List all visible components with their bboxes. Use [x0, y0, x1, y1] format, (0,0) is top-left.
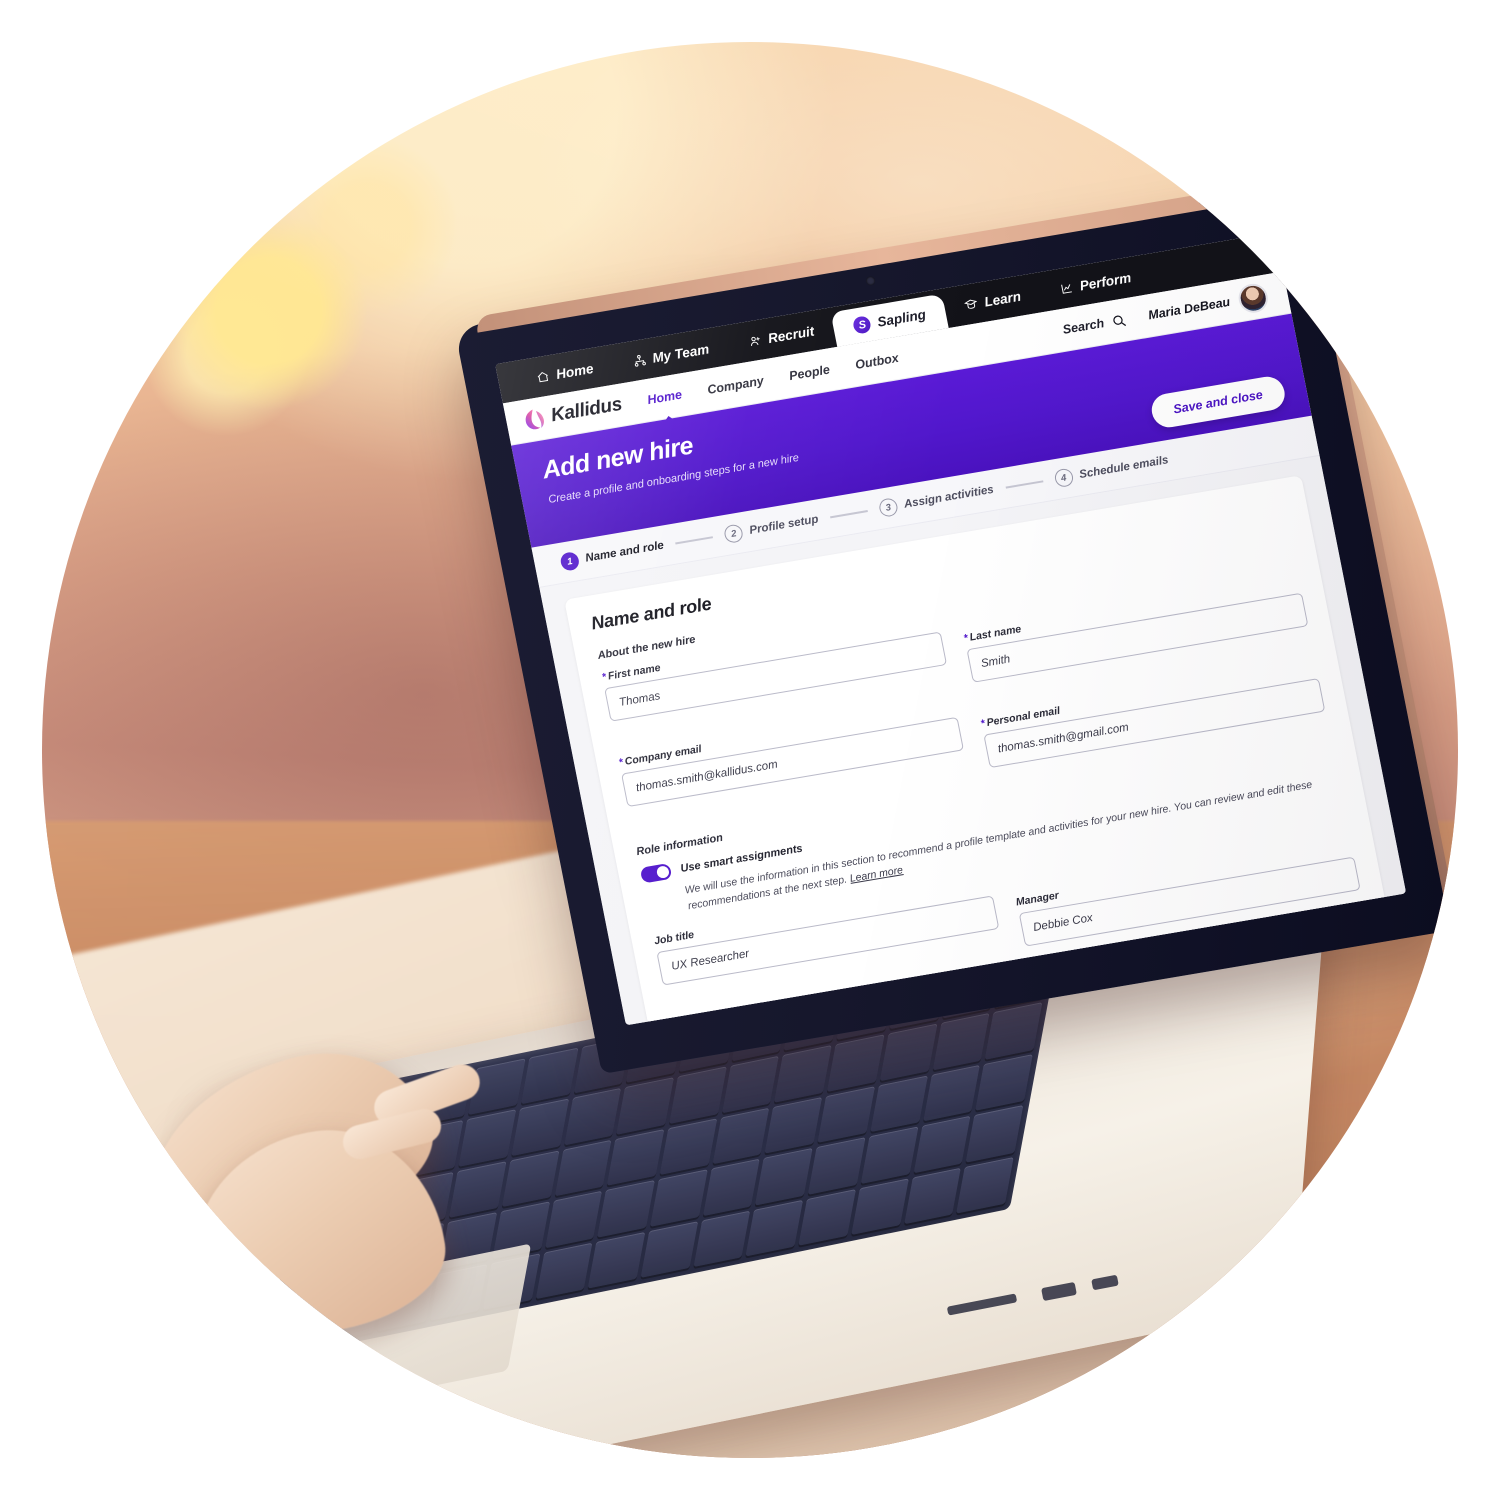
- step-label: Schedule emails: [1078, 454, 1170, 482]
- search-label: Search: [1061, 316, 1106, 337]
- field-last-name: *Last name Smith: [963, 576, 1309, 683]
- screenshot-stage: Home My Team Recruit S Sapling Learn Per…: [0, 0, 1500, 1500]
- step-number: 3: [877, 497, 899, 518]
- avatar: [1236, 281, 1271, 315]
- step-connector: [1005, 480, 1044, 489]
- step-connector: [675, 536, 714, 545]
- step-label: Name and role: [584, 539, 665, 565]
- brand[interactable]: Kallidus: [523, 394, 624, 432]
- suite-tab-label: Home: [554, 360, 595, 382]
- search-button[interactable]: Search: [1061, 312, 1128, 338]
- required-marker: *: [962, 632, 970, 645]
- app-nav-outbox[interactable]: Outbox: [852, 341, 902, 382]
- step-label: Assign activities: [902, 483, 995, 511]
- home-icon: [537, 371, 549, 382]
- user-name: Maria DeBeau: [1147, 294, 1232, 323]
- step-number: 1: [559, 551, 581, 572]
- app-nav-company[interactable]: Company: [704, 364, 767, 407]
- search-icon: [1113, 315, 1127, 326]
- laptop-lid: Home My Team Recruit S Sapling Learn Per…: [454, 179, 1458, 1075]
- person-add-icon: [750, 336, 760, 346]
- step-connector: [829, 510, 868, 519]
- step-name-and-role[interactable]: 1 Name and role: [559, 537, 665, 572]
- kallidus-logo-icon: [523, 407, 547, 432]
- suite-tab-label: Perform: [1078, 269, 1133, 293]
- suite-tab-label: My Team: [650, 340, 711, 366]
- step-assign-activities[interactable]: 3 Assign activities: [877, 481, 996, 518]
- step-label: Profile setup: [748, 513, 820, 537]
- circular-photo-mask: Home My Team Recruit S Sapling Learn Per…: [42, 42, 1458, 1458]
- app-nav-home[interactable]: Home: [644, 378, 685, 417]
- suite-tab-label: Learn: [982, 288, 1023, 310]
- sapling-icon: S: [852, 315, 873, 335]
- org-chart-icon: [634, 354, 646, 367]
- step-number: 2: [723, 523, 745, 544]
- smart-assignments-toggle[interactable]: [639, 862, 673, 884]
- step-number: 4: [1053, 467, 1075, 489]
- laptop-screen: Home My Team Recruit S Sapling Learn Per…: [495, 232, 1407, 1026]
- step-schedule-emails[interactable]: 4 Schedule emails: [1053, 451, 1170, 489]
- field-personal-email: *Personal email thomas.smith@gmail.com: [979, 661, 1326, 769]
- suite-tab-label: Sapling: [876, 306, 928, 330]
- laptop: Home My Team Recruit S Sapling Learn Per…: [42, 42, 1458, 1458]
- performance-chart-icon: [1060, 283, 1072, 294]
- suite-tab-label: Recruit: [766, 323, 816, 346]
- step-profile-setup[interactable]: 2 Profile setup: [723, 511, 820, 544]
- app-nav-people[interactable]: People: [786, 353, 833, 393]
- required-marker: *: [979, 717, 986, 730]
- brand-name: Kallidus: [549, 393, 624, 427]
- graduation-cap-icon: [963, 299, 978, 309]
